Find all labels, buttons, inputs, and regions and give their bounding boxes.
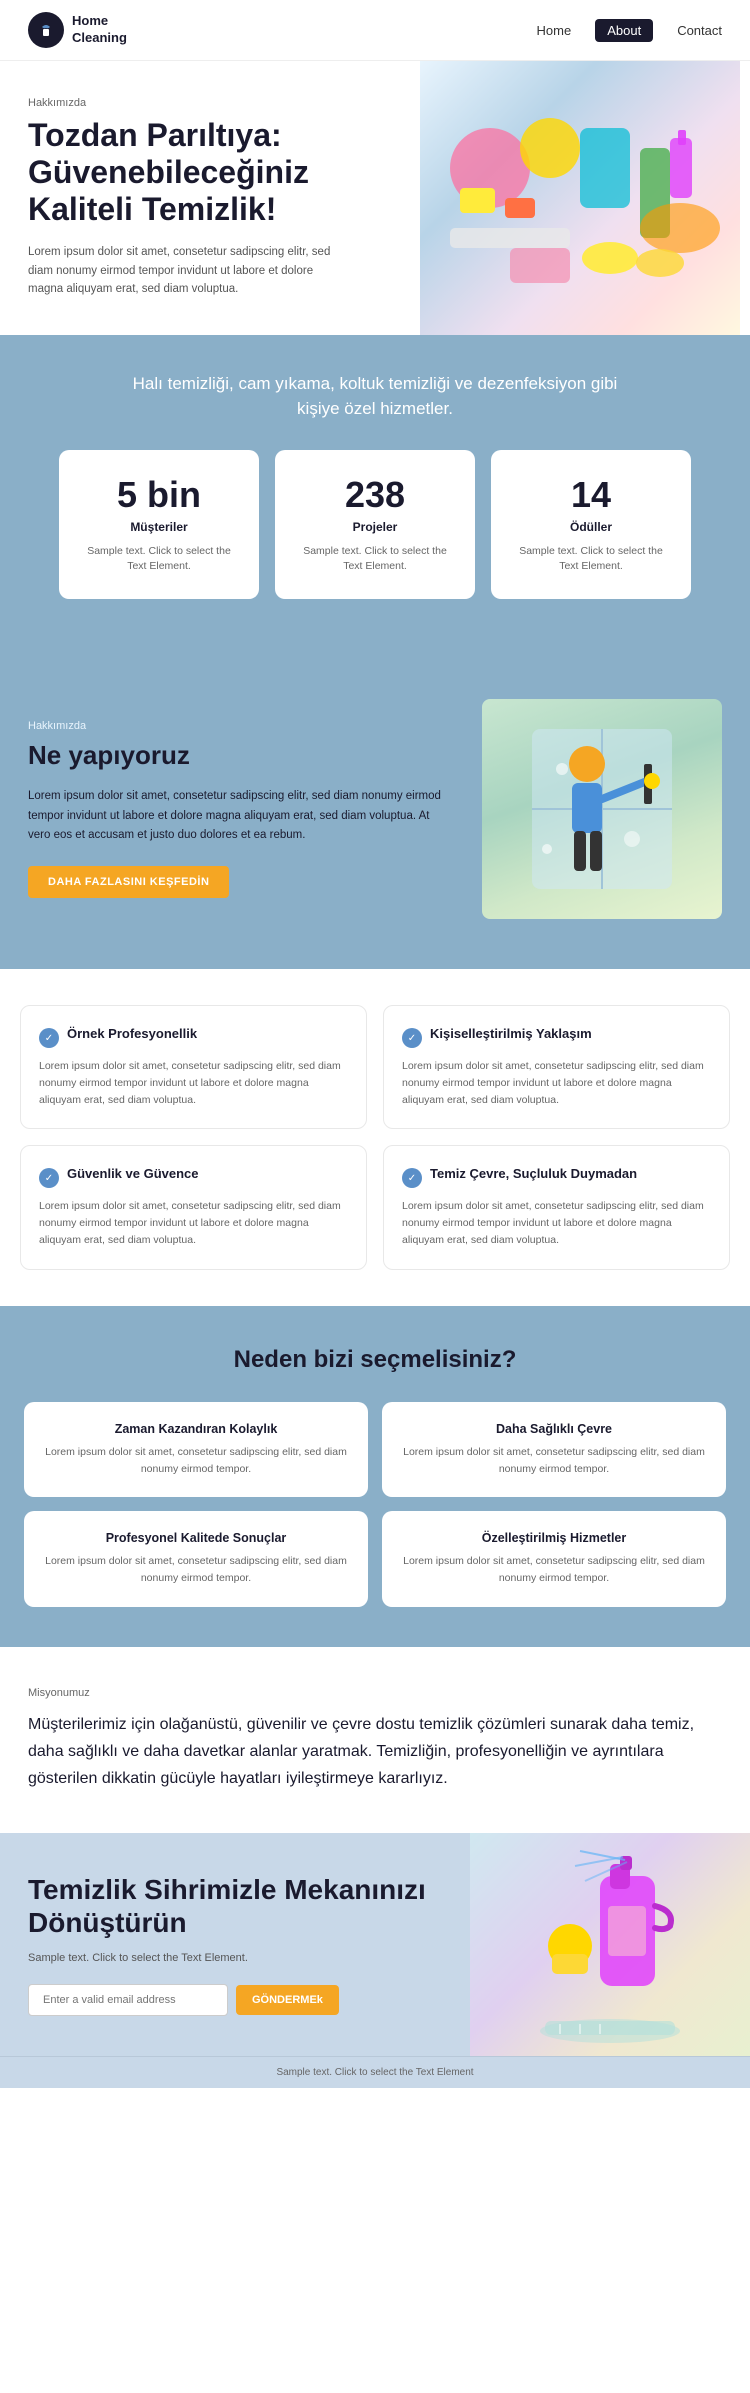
logo[interactable]: HomeCleaning xyxy=(28,12,127,48)
hero-title: Tozdan Parıltıya: Güvenebileceğiniz Kali… xyxy=(28,117,392,227)
why-card-title-0: Zaman Kazandıran Kolaylık xyxy=(42,1422,350,1436)
mission-label: Misyonumuz xyxy=(28,1687,722,1699)
cta-title: Temizlik Sihrimizle Mekanınızı Dönüştürü… xyxy=(28,1873,442,1940)
why-card-0: Zaman Kazandıran Kolaylık Lorem ipsum do… xyxy=(24,1402,368,1498)
stat-card-2: 14 Ödüller Sample text. Click to select … xyxy=(491,450,691,600)
feature-card-2: ✓ Güvenlik ve Güvence Lorem ipsum dolor … xyxy=(20,1145,367,1269)
hero-content: Hakkımızda Tozdan Parıltıya: Güvenebilec… xyxy=(0,61,420,335)
stat-number-1: 238 xyxy=(295,474,455,516)
why-grid: Zaman Kazandıran Kolaylık Lorem ipsum do… xyxy=(24,1402,726,1607)
what-label: Hakkımızda xyxy=(28,720,450,732)
what-image xyxy=(482,699,722,919)
footer-note: Sample text. Click to select the Text El… xyxy=(0,2056,750,2088)
feature-desc-1: Lorem ipsum dolor sit amet, consetetur s… xyxy=(402,1058,711,1108)
logo-icon xyxy=(28,12,64,48)
feature-desc-3: Lorem ipsum dolor sit amet, consetetur s… xyxy=(402,1198,711,1248)
why-card-title-1: Daha Sağlıklı Çevre xyxy=(400,1422,708,1436)
stat-label-0: Müşteriler xyxy=(79,520,239,534)
why-card-3: Özelleştirilmiş Hizmetler Lorem ipsum do… xyxy=(382,1511,726,1607)
stat-label-2: Ödüller xyxy=(511,520,671,534)
mission-section: Misyonumuz Müşterilerimiz için olağanüst… xyxy=(0,1647,750,1833)
hero-desc: Lorem ipsum dolor sit amet, consetetur s… xyxy=(28,243,348,298)
why-card-desc-0: Lorem ipsum dolor sit amet, consetetur s… xyxy=(42,1444,350,1478)
navbar: HomeCleaning Home About Contact xyxy=(0,0,750,61)
cta-content: Temizlik Sihrimizle Mekanınızı Dönüştürü… xyxy=(0,1833,470,2056)
hero-label: Hakkımızda xyxy=(28,97,392,109)
why-card-title-3: Özelleştirilmiş Hizmetler xyxy=(400,1531,708,1545)
why-section: Neden bizi seçmelisiniz? Zaman Kazandıra… xyxy=(0,1306,750,1647)
what-content: Hakkımızda Ne yapıyoruz Lorem ipsum dolo… xyxy=(28,720,450,898)
feature-card-1: ✓ Kişiselleştirilmiş Yaklaşım Lorem ipsu… xyxy=(383,1005,730,1129)
stat-desc-2: Sample text. Click to select the Text El… xyxy=(511,544,671,576)
stats-section: Halı temizliği, cam yıkama, koltuk temiz… xyxy=(0,335,750,640)
email-input[interactable] xyxy=(28,1984,228,2016)
stats-tagline: Halı temizliği, cam yıkama, koltuk temiz… xyxy=(115,371,635,422)
cta-desc: Sample text. Click to select the Text El… xyxy=(28,1952,442,1964)
feature-card-0: ✓ Örnek Profesyonellik Lorem ipsum dolor… xyxy=(20,1005,367,1129)
feature-icon-3: ✓ xyxy=(402,1168,422,1188)
what-title: Ne yapıyoruz xyxy=(28,740,450,771)
feature-icon-1: ✓ xyxy=(402,1028,422,1048)
what-desc: Lorem ipsum dolor sit amet, consetetur s… xyxy=(28,787,450,846)
stat-desc-0: Sample text. Click to select the Text El… xyxy=(79,544,239,576)
cta-image xyxy=(470,1833,750,2056)
features-section: ✓ Örnek Profesyonellik Lorem ipsum dolor… xyxy=(0,969,750,1306)
stat-card-1: 238 Projeler Sample text. Click to selec… xyxy=(275,450,475,600)
send-button[interactable]: GÖNDERMEk xyxy=(236,1985,339,2015)
feature-desc-0: Lorem ipsum dolor sit amet, consetetur s… xyxy=(39,1058,348,1108)
nav-about[interactable]: About xyxy=(595,19,653,42)
brand-name: HomeCleaning xyxy=(72,13,127,47)
stat-card-0: 5 bin Müşteriler Sample text. Click to s… xyxy=(59,450,259,600)
stat-label-1: Projeler xyxy=(295,520,455,534)
stat-number-2: 14 xyxy=(511,474,671,516)
feature-card-3: ✓ Temiz Çevre, Suçluluk Duymadan Lorem i… xyxy=(383,1145,730,1269)
features-grid: ✓ Örnek Profesyonellik Lorem ipsum dolor… xyxy=(20,1005,730,1270)
mission-text: Müşterilerimiz için olağanüstü, güvenili… xyxy=(28,1711,722,1793)
feature-title-0: Örnek Profesyonellik xyxy=(67,1026,197,1043)
feature-icon-2: ✓ xyxy=(39,1168,59,1188)
cta-form: GÖNDERMEk xyxy=(28,1984,442,2016)
why-card-desc-1: Lorem ipsum dolor sit amet, consetetur s… xyxy=(400,1444,708,1478)
why-title: Neden bizi seçmelisiniz? xyxy=(24,1346,726,1374)
nav-links: Home About Contact xyxy=(537,19,722,42)
why-card-title-2: Profesyonel Kalitede Sonuçlar xyxy=(42,1531,350,1545)
why-card-2: Profesyonel Kalitede Sonuçlar Lorem ipsu… xyxy=(24,1511,368,1607)
why-card-desc-2: Lorem ipsum dolor sit amet, consetetur s… xyxy=(42,1553,350,1587)
what-section: Hakkımızda Ne yapıyoruz Lorem ipsum dolo… xyxy=(0,659,750,969)
explore-button[interactable]: DAHA FAZLASINI KEŞFEDİN xyxy=(28,866,229,898)
hero-section: Hakkımızda Tozdan Parıltıya: Güvenebilec… xyxy=(0,61,750,335)
feature-desc-2: Lorem ipsum dolor sit amet, consetetur s… xyxy=(39,1198,348,1248)
feature-icon-0: ✓ xyxy=(39,1028,59,1048)
feature-title-3: Temiz Çevre, Suçluluk Duymadan xyxy=(430,1166,637,1183)
stats-cards: 5 bin Müşteriler Sample text. Click to s… xyxy=(28,450,722,600)
feature-title-1: Kişiselleştirilmiş Yaklaşım xyxy=(430,1026,592,1043)
stat-desc-1: Sample text. Click to select the Text El… xyxy=(295,544,455,576)
why-card-1: Daha Sağlıklı Çevre Lorem ipsum dolor si… xyxy=(382,1402,726,1498)
nav-contact[interactable]: Contact xyxy=(677,23,722,38)
feature-title-2: Güvenlik ve Güvence xyxy=(67,1166,199,1183)
cta-section: Temizlik Sihrimizle Mekanınızı Dönüştürü… xyxy=(0,1833,750,2056)
stat-number-0: 5 bin xyxy=(79,474,239,516)
footer-note-text: Sample text. Click to select the Text El… xyxy=(276,2067,473,2078)
nav-home[interactable]: Home xyxy=(537,23,572,38)
why-card-desc-3: Lorem ipsum dolor sit amet, consetetur s… xyxy=(400,1553,708,1587)
hero-image xyxy=(420,61,740,335)
